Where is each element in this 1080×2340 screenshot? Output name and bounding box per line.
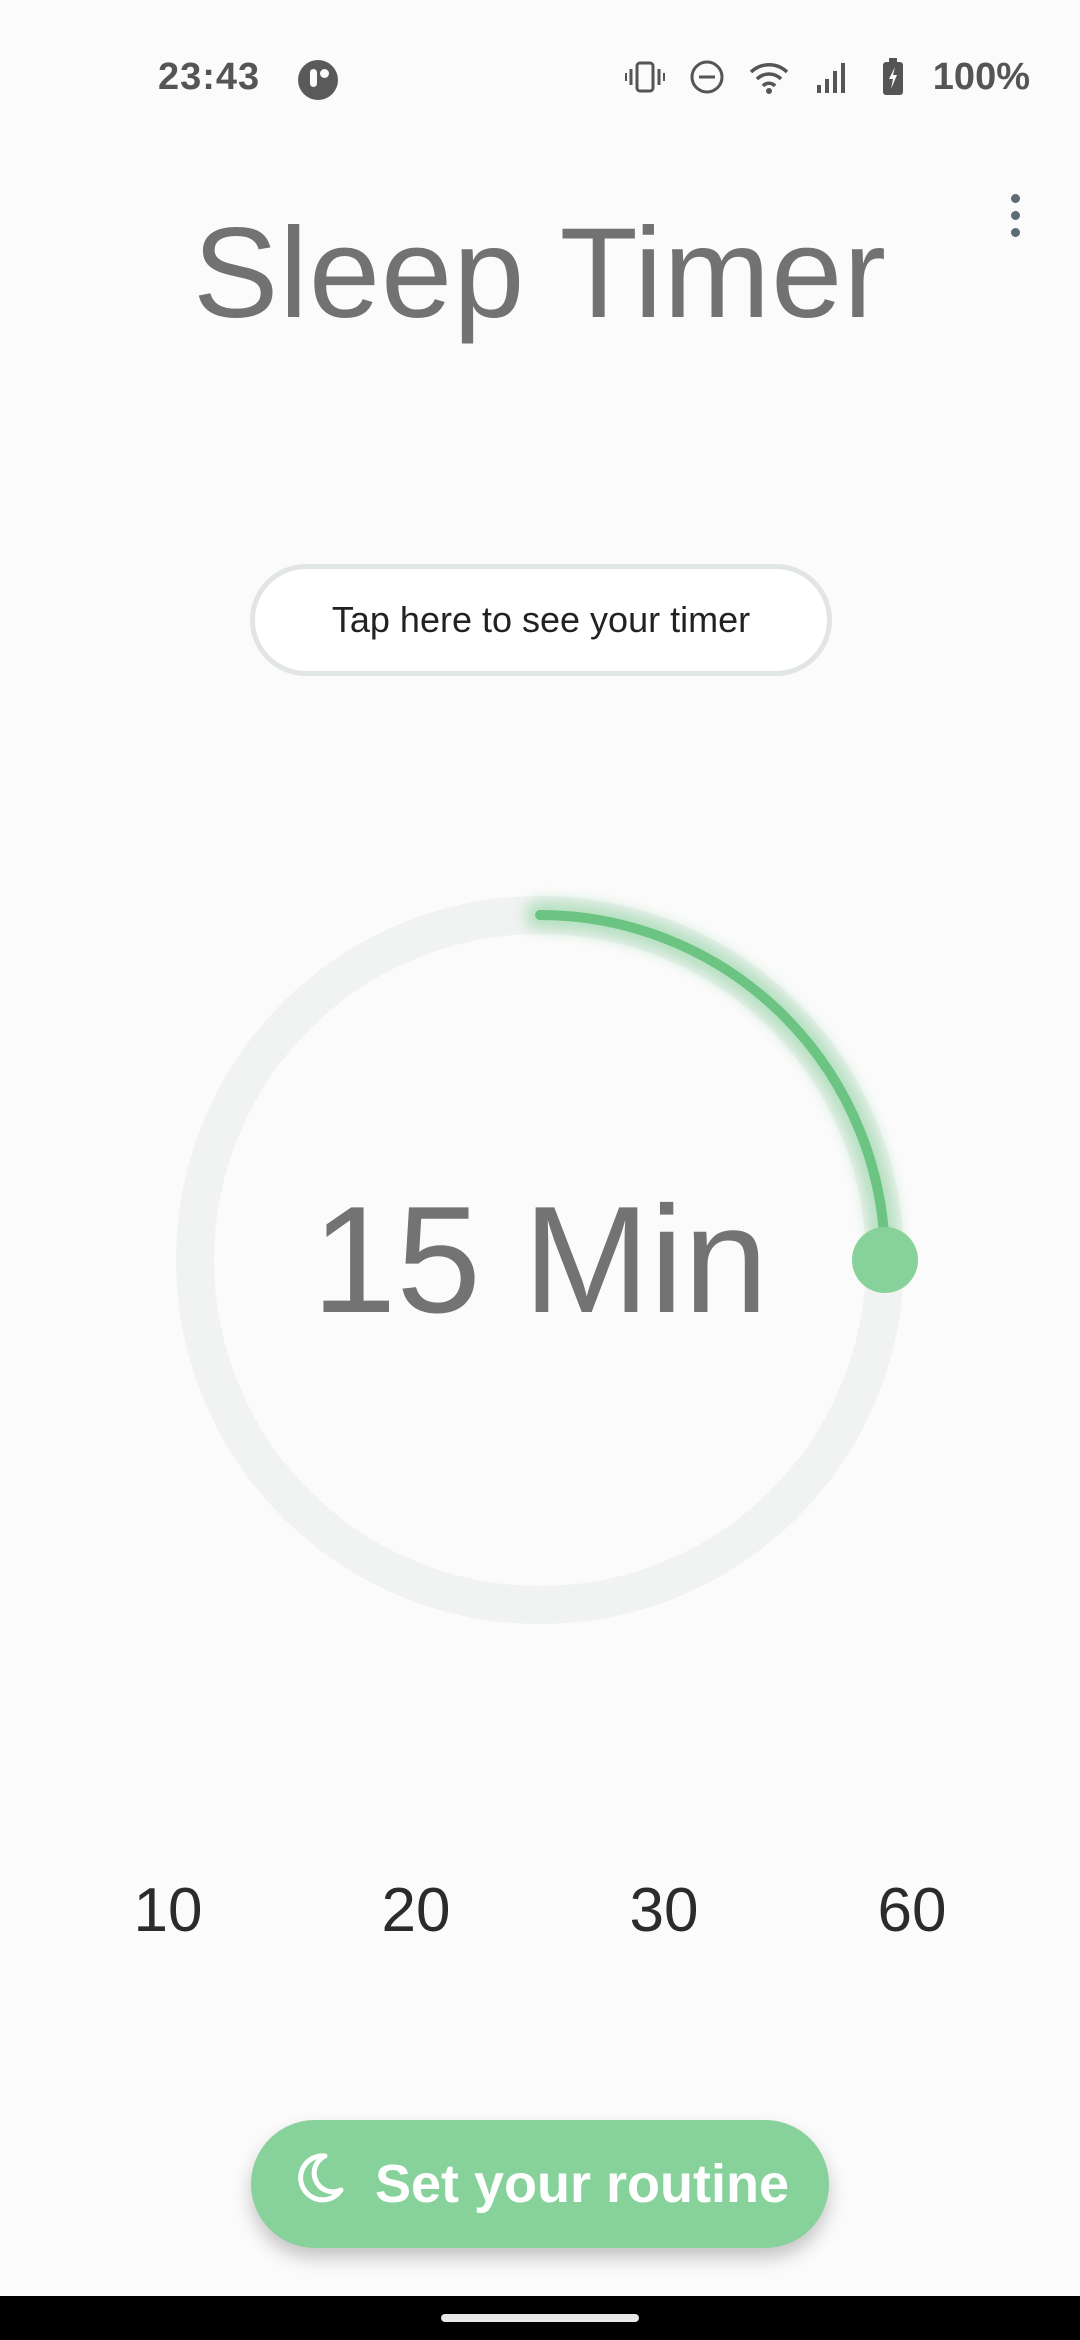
battery-charging-icon <box>871 55 915 99</box>
timer-dial[interactable]: 15 Min <box>160 880 920 1640</box>
more-vert-icon-dot <box>1010 227 1020 237</box>
timer-value: 15 Min <box>311 1174 769 1345</box>
app-notification-icon <box>298 60 338 100</box>
navigation-bar <box>0 2296 1080 2340</box>
wifi-icon <box>747 55 791 99</box>
set-routine-button[interactable]: Set your routine <box>251 2120 829 2248</box>
more-vert-icon <box>1010 193 1020 203</box>
page-title: Sleep Timer <box>193 202 887 345</box>
preset-row: 10 20 30 60 <box>0 1875 1080 1955</box>
preset-60-button[interactable]: 60 <box>842 1875 982 1946</box>
status-bar: 23:43 100% <box>0 0 1080 160</box>
preset-30-button[interactable]: 30 <box>594 1875 734 1946</box>
status-time: 23:43 <box>158 56 261 98</box>
preset-10-button[interactable]: 10 <box>98 1875 238 1946</box>
vibrate-icon <box>623 55 667 99</box>
battery-percentage: 100% <box>932 55 1030 98</box>
more-options-button[interactable] <box>990 180 1040 250</box>
do-not-disturb-icon <box>685 55 729 99</box>
see-timer-button[interactable]: Tap here to see your timer <box>250 564 832 676</box>
signal-icon <box>809 55 853 99</box>
moon-icon <box>291 2150 347 2219</box>
set-routine-label: Set your routine <box>374 2154 790 2214</box>
preset-20-button[interactable]: 20 <box>346 1875 486 1946</box>
status-icons: 100% <box>623 52 1030 102</box>
home-gesture-handle[interactable] <box>441 2314 639 2322</box>
more-vert-icon-dot <box>1010 210 1020 220</box>
